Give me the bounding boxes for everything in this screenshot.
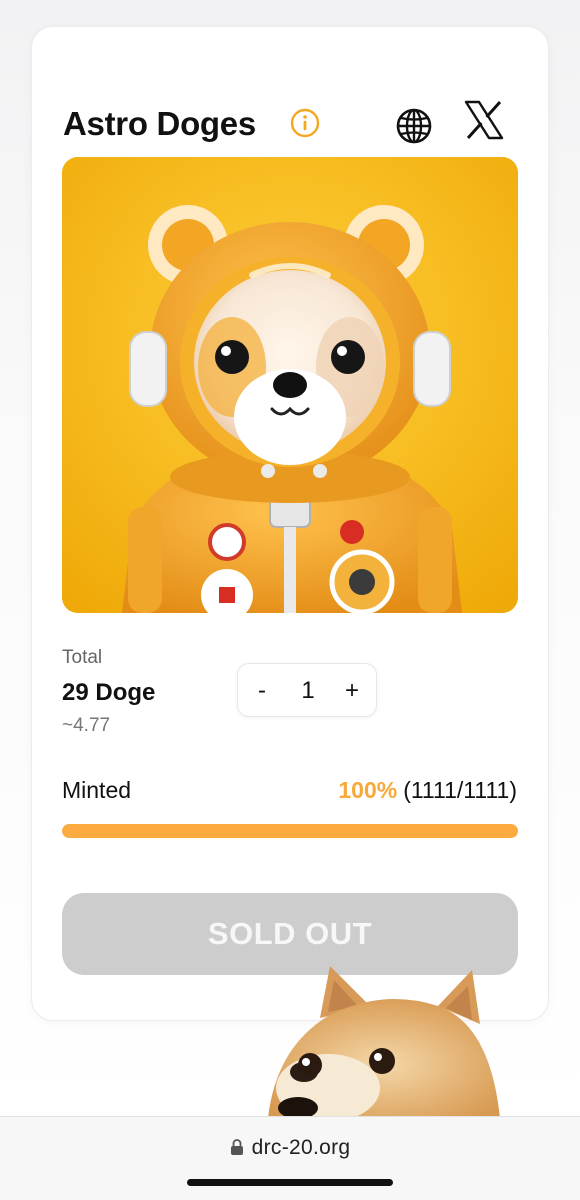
card-header: Astro Doges [63,83,519,145]
x-icon[interactable] [463,99,505,141]
home-indicator [187,1179,393,1186]
quantity-value: 1 [301,677,315,704]
mint-progress-fill [62,824,518,838]
total-label: Total [62,647,103,668]
doge-mascot-image [268,966,500,1118]
total-price: 29 Doge [62,679,156,706]
minted-percent: 100% [338,777,398,803]
info-icon[interactable] [289,107,321,139]
collection-title: Astro Doges [63,105,256,142]
quantity-stepper: - 1 + [237,663,377,717]
total-approx-value: ~4.77 [62,715,111,736]
minted-stats: 100% (1111/1111) [338,777,517,804]
lock-icon [230,1139,243,1155]
browser-address-bar: drc-20.org [0,1116,580,1200]
globe-icon[interactable] [395,107,433,145]
mint-progress-bar [62,824,518,838]
mint-card: Astro Doges Total 29 Doge ~4.77 - 1 + Mi… [31,26,549,1021]
increase-quantity-button[interactable]: + [332,664,372,718]
minted-count: (1111/1111) [403,777,517,803]
collection-image [62,157,518,613]
decrease-quantity-button[interactable]: - [242,664,282,718]
url-field[interactable]: drc-20.org [0,1136,580,1160]
minted-label: Minted [62,777,132,803]
url-text: drc-20.org [251,1136,351,1159]
